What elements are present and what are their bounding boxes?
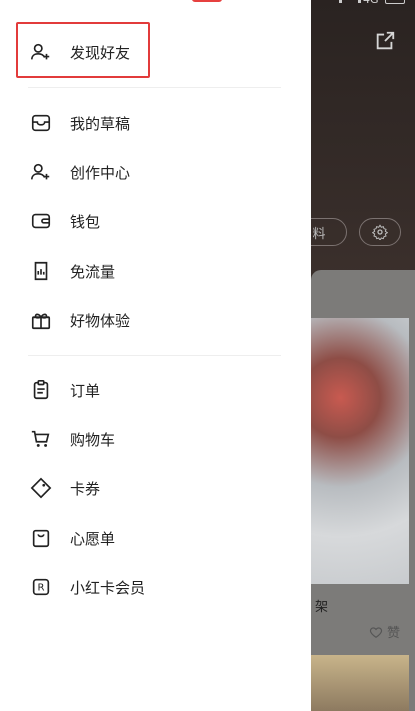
gift-icon — [28, 307, 54, 333]
wallet-icon — [28, 208, 54, 234]
edit-profile-button[interactable]: 料 — [311, 218, 347, 246]
menu-free-data[interactable]: 免流量 — [28, 251, 288, 291]
settings-button[interactable] — [359, 218, 401, 246]
gear-icon — [372, 224, 388, 240]
menu-cart[interactable]: 购物车 — [28, 419, 288, 459]
post-caption: 架 — [315, 600, 329, 615]
bag-icon — [28, 525, 54, 551]
divider — [28, 355, 281, 356]
user-add-icon — [28, 159, 54, 185]
r-badge-icon: R — [28, 574, 54, 600]
menu-label: 免流量 — [70, 262, 116, 281]
menu-label: 钱包 — [70, 212, 101, 231]
post-image[interactable] — [311, 318, 409, 584]
post-image-2[interactable] — [311, 655, 409, 711]
status-bar: 4G — [323, 0, 415, 11]
side-drawer: 发现好友 我的草稿 创作中心 钱包 免流量 好物体验 订单 购物车 卡券 心愿单… — [0, 0, 311, 711]
menu-creator-center[interactable]: 创作中心 — [28, 152, 288, 192]
divider — [28, 87, 281, 88]
ticket-icon — [28, 475, 54, 501]
menu-wishlist[interactable]: 心愿单 — [28, 518, 288, 558]
menu-wallet[interactable]: 钱包 — [28, 201, 288, 241]
network-label: 4G — [363, 0, 379, 6]
menu-orders[interactable]: 订单 — [28, 370, 288, 410]
menu-coupons[interactable]: 卡券 — [28, 468, 288, 508]
share-external-icon[interactable] — [374, 30, 396, 52]
data-file-icon — [28, 258, 54, 284]
heart-icon — [369, 626, 383, 638]
signal-icon — [339, 0, 361, 3]
edit-profile-label: 料 — [312, 226, 326, 242]
menu-label: 我的草稿 — [70, 114, 131, 133]
background-content: 4G 料 架 赞 — [311, 0, 415, 711]
like-button[interactable]: 赞 — [369, 622, 400, 641]
menu-drafts[interactable]: 我的草稿 — [28, 103, 288, 143]
battery-icon — [385, 0, 405, 4]
top-indicator — [192, 0, 222, 2]
svg-text:R: R — [37, 583, 44, 594]
menu-label: 卡券 — [70, 479, 101, 498]
cart-icon — [28, 426, 54, 452]
menu-label: 创作中心 — [70, 163, 131, 182]
menu-label: 好物体验 — [70, 311, 131, 330]
menu-label: 订单 — [70, 381, 101, 400]
menu-good-items[interactable]: 好物体验 — [28, 300, 288, 340]
like-label: 赞 — [387, 626, 401, 641]
menu-label: 小红卡会员 — [70, 578, 146, 597]
inbox-icon — [28, 110, 54, 136]
highlight-box — [16, 22, 150, 78]
menu-membership[interactable]: R 小红卡会员 — [28, 567, 288, 607]
clipboard-icon — [28, 377, 54, 403]
menu-label: 心愿单 — [70, 529, 116, 548]
menu-label: 购物车 — [70, 430, 116, 449]
